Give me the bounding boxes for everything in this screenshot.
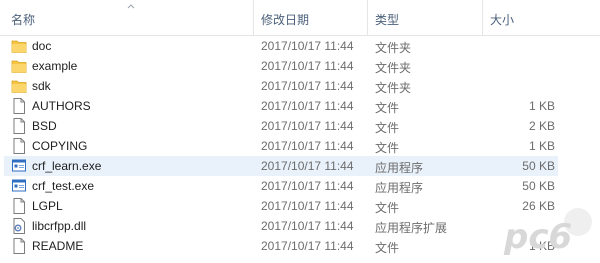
exe-icon [11, 177, 27, 195]
file-modified-date: 2017/10/17 11:44 [261, 199, 354, 213]
file-name: example [32, 59, 78, 73]
file-modified-date: 2017/10/17 11:44 [261, 239, 354, 253]
file-modified-date: 2017/10/17 11:44 [261, 99, 354, 113]
column-header-name[interactable]: 名称 [11, 11, 35, 28]
exe-icon [11, 157, 27, 175]
file-row[interactable]: doc 2017/10/17 11:44 文件夹 [0, 36, 600, 56]
chevron-up-icon [127, 4, 135, 9]
folder-icon [11, 57, 27, 75]
file-type: 文件 [375, 241, 400, 255]
column-header-size[interactable]: 大小 [490, 11, 514, 28]
file-type: 文件 [375, 121, 400, 135]
file-type: 应用程序扩展 [375, 221, 448, 235]
file-modified-date: 2017/10/17 11:44 [261, 59, 354, 73]
file-modified-date: 2017/10/17 11:44 [261, 119, 354, 133]
column-header-date[interactable]: 修改日期 [261, 11, 309, 28]
file-icon [11, 137, 27, 155]
file-size: 2 KB [528, 119, 555, 133]
file-modified-date: 2017/10/17 11:44 [261, 219, 354, 233]
file-name: BSD [32, 119, 57, 133]
file-row[interactable]: crf_learn.exe 2017/10/17 11:44 应用程序 50 KB [0, 156, 600, 176]
file-type: 应用程序 [375, 161, 424, 175]
file-type: 文件 [375, 101, 400, 115]
file-name: AUTHORS [32, 99, 91, 113]
file-name: crf_test.exe [32, 179, 95, 193]
file-icon [11, 97, 27, 115]
file-type: 文件夹 [375, 41, 412, 55]
file-type: 文件夹 [375, 81, 412, 95]
file-size: 1 KB [528, 99, 555, 113]
file-row[interactable]: BSD 2017/10/17 11:44 文件 2 KB [0, 116, 600, 136]
file-name: COPYING [32, 139, 88, 153]
file-modified-date: 2017/10/17 11:44 [261, 79, 354, 93]
file-name: LGPL [32, 199, 63, 213]
file-icon [11, 197, 27, 215]
file-row[interactable]: AUTHORS 2017/10/17 11:44 文件 1 KB [0, 96, 600, 116]
file-size: 50 KB [522, 179, 555, 193]
watermark-text: pc6 [503, 217, 572, 257]
pc6-watermark-logo: pc6 [503, 208, 592, 257]
dll-icon [11, 217, 27, 235]
file-row[interactable]: crf_test.exe 2017/10/17 11:44 应用程序 50 KB [0, 176, 600, 196]
column-header-bar: 名称 修改日期 类型 大小 [0, 0, 600, 36]
column-divider[interactable] [482, 0, 483, 36]
file-size: 1 KB [528, 139, 555, 153]
file-name: crf_learn.exe [32, 159, 102, 173]
file-name: README [32, 239, 84, 253]
file-type: 文件夹 [375, 61, 412, 75]
file-modified-date: 2017/10/17 11:44 [261, 39, 354, 53]
file-row[interactable]: example 2017/10/17 11:44 文件夹 [0, 56, 600, 76]
file-name: libcrfpp.dll [32, 219, 87, 233]
file-row[interactable]: sdk 2017/10/17 11:44 文件夹 [0, 76, 600, 96]
column-divider[interactable] [367, 0, 368, 36]
file-size: 50 KB [522, 159, 555, 173]
file-icon [11, 237, 27, 255]
file-modified-date: 2017/10/17 11:44 [261, 159, 354, 173]
file-icon [11, 117, 27, 135]
file-modified-date: 2017/10/17 11:44 [261, 179, 354, 193]
file-modified-date: 2017/10/17 11:44 [261, 139, 354, 153]
file-type: 文件 [375, 201, 400, 215]
file-type: 应用程序 [375, 181, 424, 195]
folder-icon [11, 37, 27, 55]
column-divider[interactable] [253, 0, 254, 36]
file-row[interactable]: COPYING 2017/10/17 11:44 文件 1 KB [0, 136, 600, 156]
file-type: 文件 [375, 141, 400, 155]
column-header-type[interactable]: 类型 [375, 11, 399, 28]
file-name: sdk [32, 79, 51, 93]
folder-icon [11, 77, 27, 95]
file-name: doc [32, 39, 52, 53]
